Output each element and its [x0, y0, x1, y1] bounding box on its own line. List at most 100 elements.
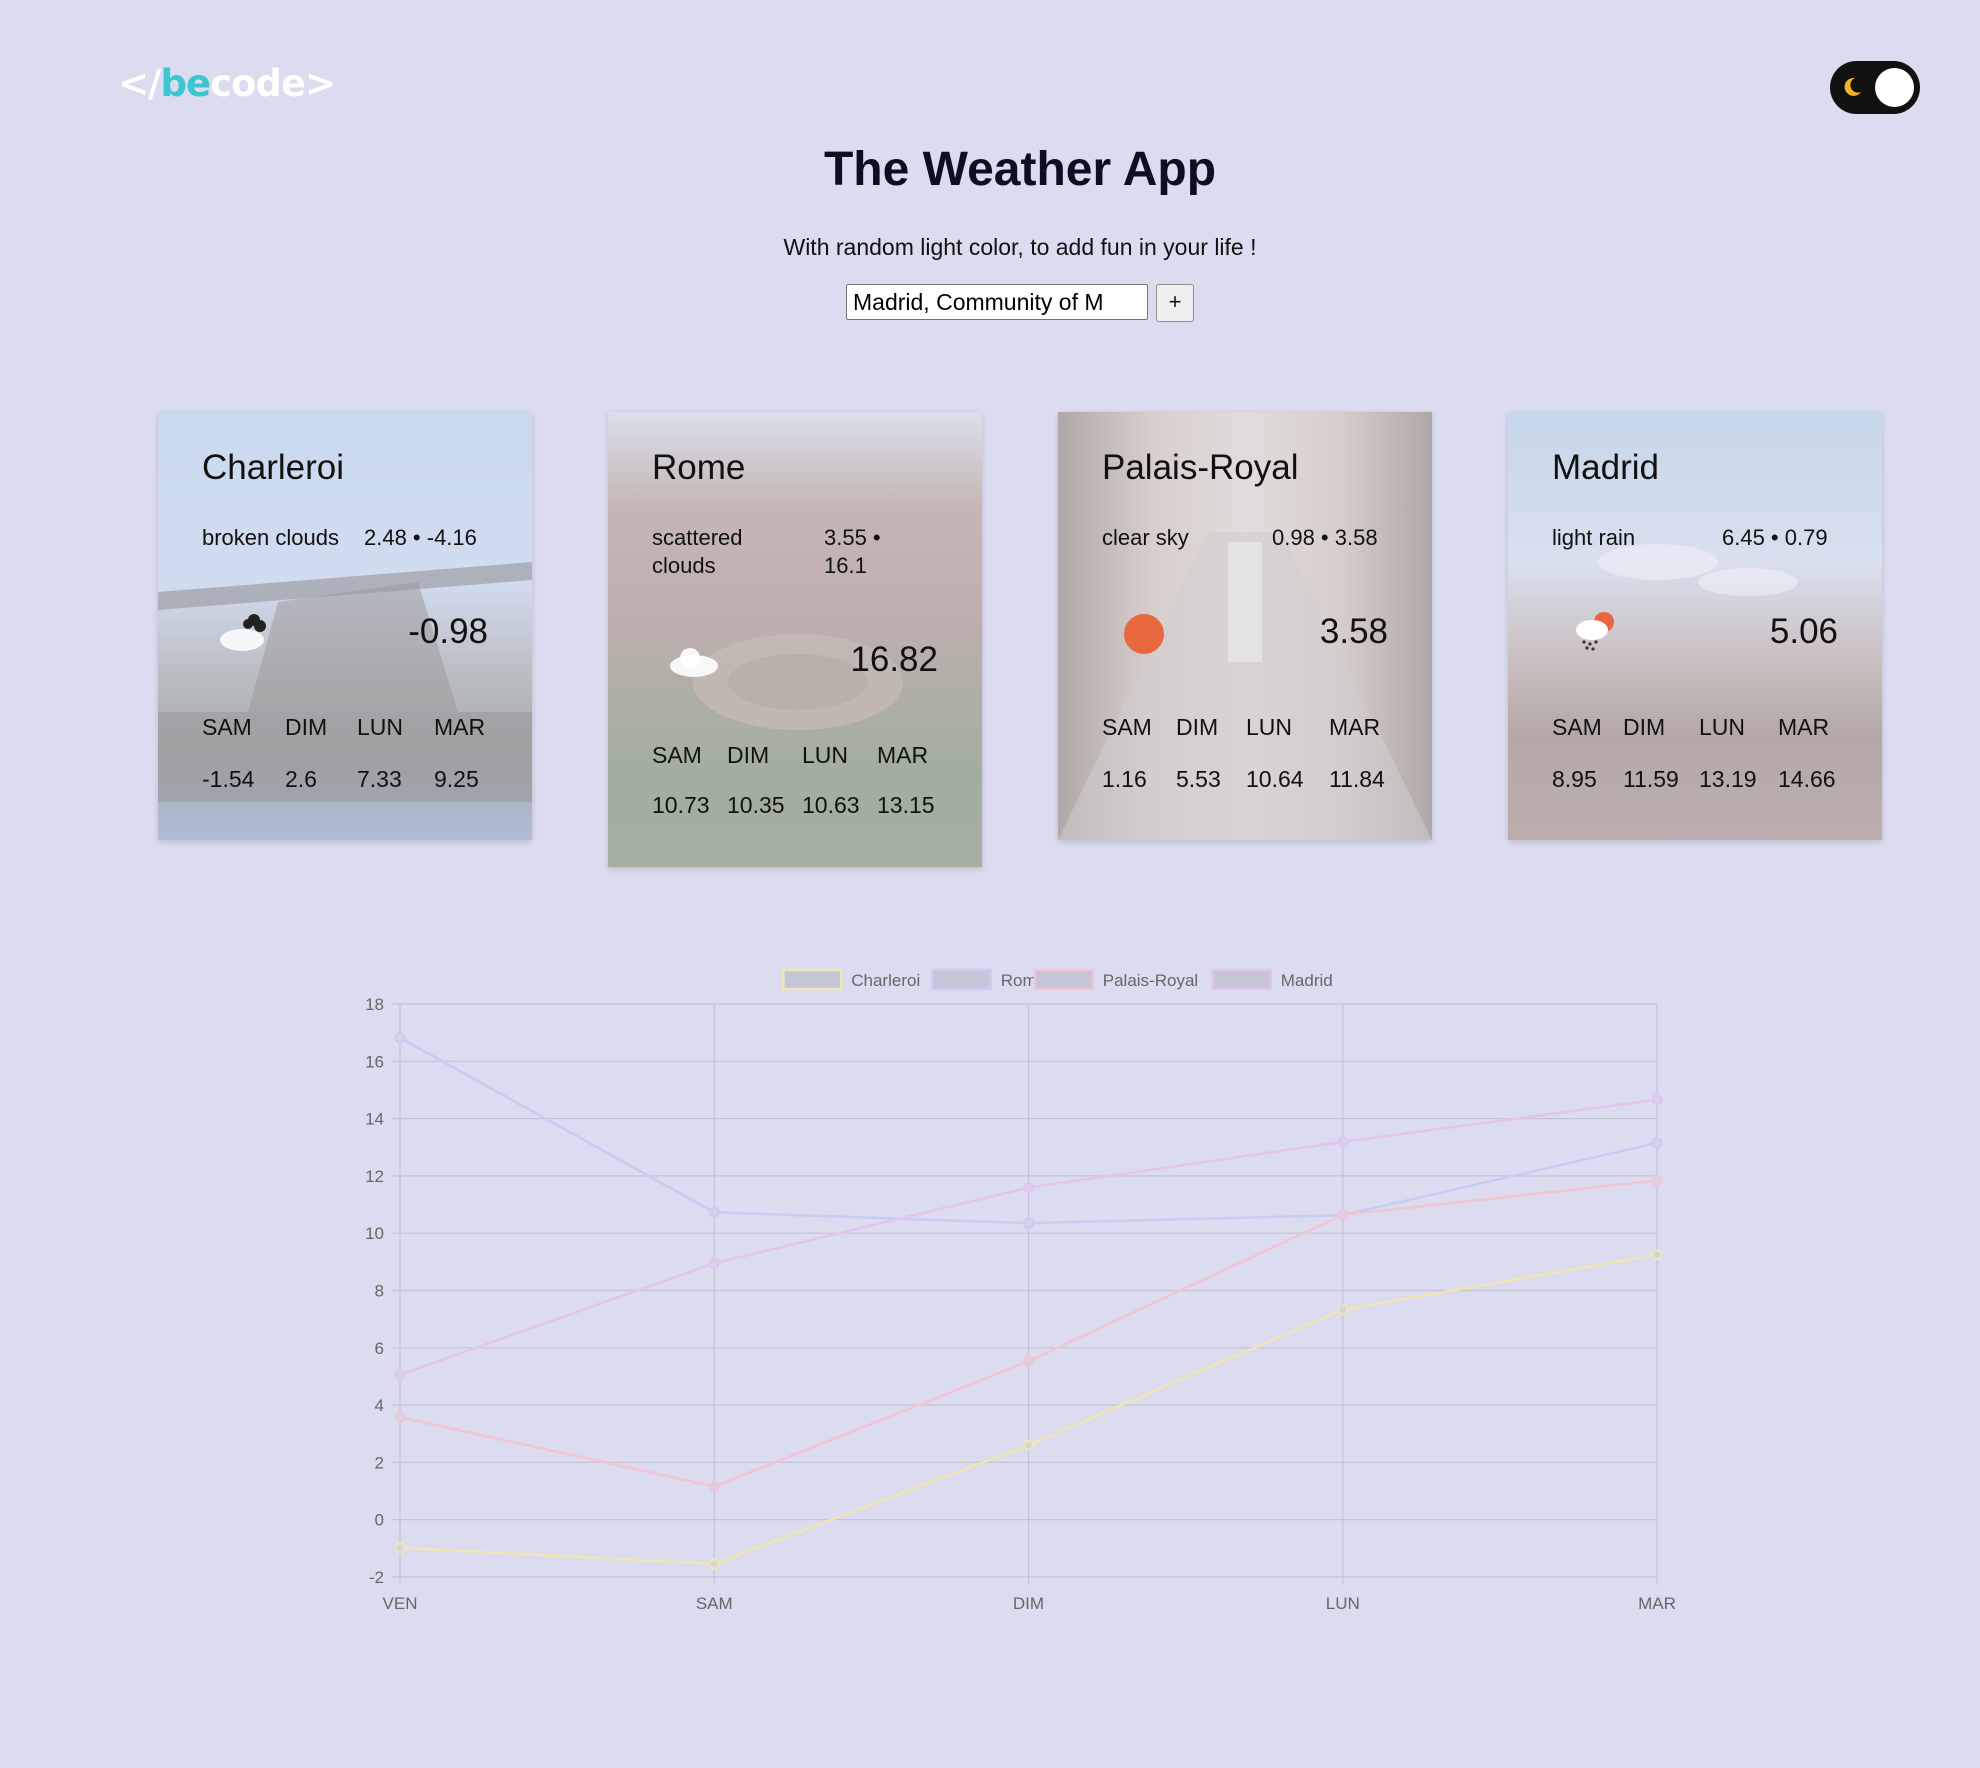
current-temp: 3.58	[1319, 612, 1388, 651]
forecast-day: SAM	[1102, 714, 1152, 740]
forecast-day: MAR	[1329, 714, 1381, 740]
forecast-values: 1.16 5.53 10.64 11.84	[1102, 766, 1408, 793]
forecast-day: DIM	[285, 714, 328, 740]
forecast-day: MAR	[434, 714, 486, 740]
y-tick-label: 10	[365, 1224, 384, 1243]
data-point	[394, 1032, 406, 1044]
temp-range: 0.98 • 3.58	[1272, 525, 1378, 550]
logo-code: code	[210, 62, 306, 105]
forecast-day: DIM	[1623, 714, 1666, 740]
toggle-knob	[1875, 68, 1914, 107]
y-tick-label: 12	[365, 1167, 384, 1186]
data-point	[1022, 1217, 1035, 1229]
forecast-value: 10.64	[1246, 766, 1304, 792]
weather-description: clear sky	[1102, 525, 1189, 550]
current-temp: 5.06	[1769, 612, 1838, 651]
y-tick-label: 14	[365, 1110, 384, 1129]
forecast-days: SAM DIM LUN MAR	[1552, 714, 1858, 741]
temp-range: 3.55 • 16.1	[824, 525, 881, 578]
forecast-value: 13.15	[877, 792, 935, 818]
logo-be: be	[160, 62, 212, 105]
forecast-day: SAM	[202, 714, 252, 740]
forecast-value: 1.16	[1102, 766, 1147, 792]
data-point	[394, 1542, 406, 1554]
data-point	[394, 1369, 406, 1381]
forecast-days: SAM DIM LUN MAR	[202, 714, 508, 741]
forecast-value: 9.25	[434, 766, 479, 792]
current-temp: -0.98	[408, 612, 488, 651]
page-subtitle: With random light color, to add fun in y…	[783, 234, 1257, 260]
forecast-days: SAM DIM LUN MAR	[652, 742, 958, 769]
legend-swatch	[782, 968, 843, 991]
weather-card-palais-royal: Palais-Royal clear sky 0.98 • 3.58 3.58 …	[1058, 412, 1432, 840]
legend-label: Madrid	[1281, 971, 1333, 990]
weather-card-charleroi: Charleroi broken clouds 2.48 • -4.16 -0.…	[158, 412, 532, 840]
forecast-day: LUN	[357, 714, 404, 740]
weather-description: light rain	[1552, 525, 1636, 550]
legend-label: Charleroi	[851, 971, 920, 990]
x-tick-label: SAM	[696, 1594, 733, 1613]
forecast-day: LUN	[1699, 714, 1746, 740]
data-point	[394, 1411, 406, 1423]
y-tick-label: 0	[375, 1511, 384, 1530]
legend-swatch	[1033, 968, 1094, 991]
data-point	[708, 1206, 720, 1218]
city-search-input[interactable]	[846, 284, 1148, 320]
weather-card-rome: Rome scattered clouds 3.55 • 16.1 16.82 …	[608, 412, 982, 867]
add-city-button[interactable]: +	[1156, 284, 1194, 322]
temp-range: 2.48 • -4.16	[364, 525, 477, 550]
data-point	[1022, 1182, 1035, 1194]
y-tick-label: 6	[375, 1339, 384, 1358]
data-point	[1337, 1209, 1349, 1221]
scattered-clouds-icon	[666, 640, 722, 685]
forecast-value: 10.73	[652, 792, 710, 818]
forecast-value: 14.66	[1778, 766, 1836, 792]
forecast-value: 13.19	[1699, 766, 1757, 792]
dark-mode-toggle[interactable]	[1830, 61, 1920, 114]
x-tick-label: LUN	[1326, 1594, 1360, 1613]
data-point	[1651, 1174, 1663, 1187]
weather-card-madrid: Madrid light rain 6.45 • 0.79 5.06 SAM D…	[1508, 412, 1882, 840]
forecast-day: DIM	[727, 742, 770, 768]
forecast-days: SAM DIM LUN MAR	[1102, 714, 1408, 741]
forecast-value: -1.54	[202, 766, 255, 792]
forecast-value: 5.53	[1176, 766, 1221, 792]
page-title: The Weather App	[823, 143, 1217, 196]
data-point	[1022, 1355, 1035, 1367]
forecast-day: SAM	[652, 742, 702, 768]
forecast-value: 10.63	[802, 792, 860, 818]
current-temp: 16.82	[850, 640, 938, 679]
forecast-values: 8.95 11.59 13.19 14.66	[1552, 766, 1858, 793]
logo-suffix: >	[305, 62, 336, 105]
data-point	[1651, 1094, 1663, 1106]
forecast-day: LUN	[802, 742, 849, 768]
x-tick-label: MAR	[1638, 1594, 1676, 1613]
temperature-line-chart: 18 16 14 12 10 8 6 4 2 0 -2 VEN SAM DIM LUN MAR Charlero…	[0, 950, 1980, 1630]
forecast-value: 10.35	[727, 792, 785, 818]
data-point	[1022, 1439, 1035, 1451]
data-point	[1337, 1136, 1349, 1148]
moon-icon	[1840, 75, 1864, 104]
becode-logo[interactable]: </becode>	[118, 62, 336, 105]
forecast-values: -1.54 2.6 7.33 9.25	[202, 766, 508, 793]
forecast-value: 11.59	[1623, 766, 1679, 792]
forecast-value: 2.6	[285, 766, 317, 792]
legend-label: Palais-Royal	[1103, 971, 1198, 990]
city-name: Madrid	[1552, 448, 1659, 487]
legend-swatch	[931, 968, 992, 991]
forecast-day: SAM	[1552, 714, 1602, 740]
forecast-day: MAR	[1778, 714, 1830, 740]
forecast-day: MAR	[877, 742, 929, 768]
forecast-value: 7.33	[357, 766, 402, 792]
weather-description: broken clouds	[202, 525, 339, 550]
data-point	[708, 1480, 720, 1493]
forecast-day: LUN	[1246, 714, 1293, 740]
city-name: Palais-Royal	[1102, 448, 1299, 487]
y-tick-label: -2	[369, 1568, 384, 1587]
chart-canvas: 18 16 14 12 10 8 6 4 2 0 -2 VEN SAM DIM LUN MAR Charlero…	[365, 968, 1676, 1613]
y-tick-label: 4	[375, 1396, 384, 1415]
data-point	[1651, 1249, 1663, 1261]
data-point	[1651, 1137, 1663, 1149]
y-tick-label: 16	[365, 1052, 384, 1071]
city-name: Rome	[652, 448, 746, 487]
